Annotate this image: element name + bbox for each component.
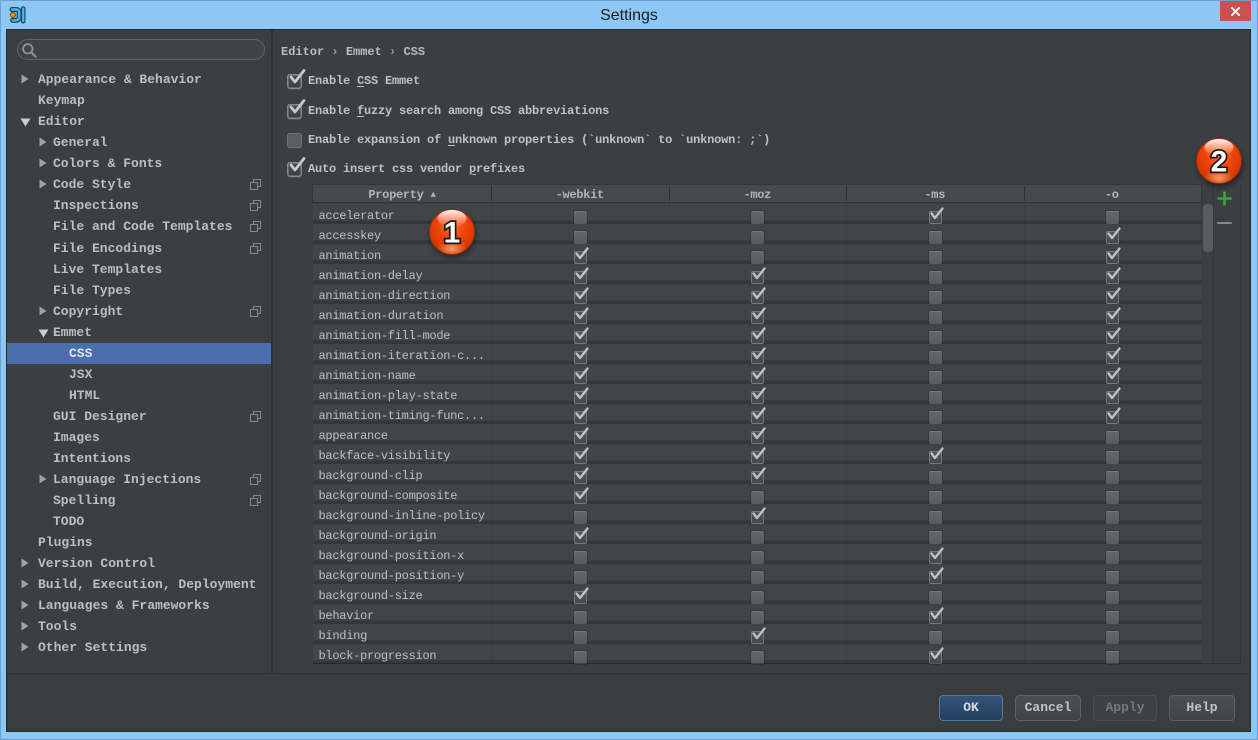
svg-text:1: 1 xyxy=(444,217,461,250)
svg-text:2: 2 xyxy=(1211,146,1228,179)
